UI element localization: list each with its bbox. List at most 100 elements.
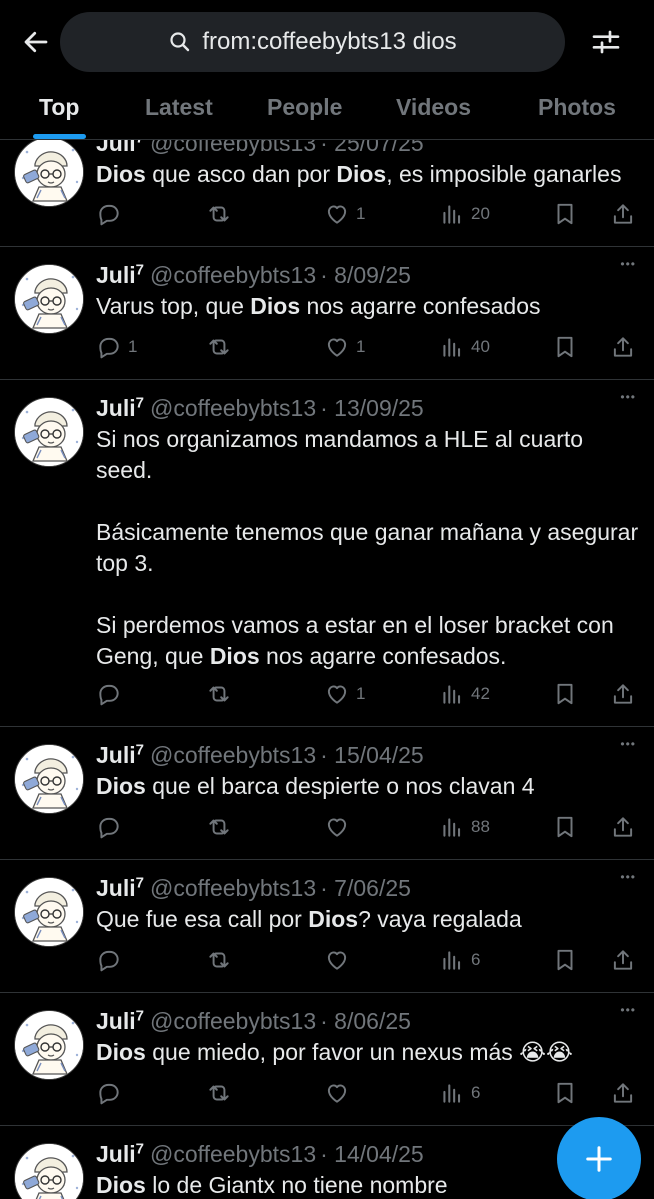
author-name[interactable]: Juli7	[96, 741, 144, 768]
author-name-text: Juli	[96, 261, 136, 288]
highlighted-term: Dios	[96, 1172, 146, 1198]
like-button[interactable]	[324, 945, 350, 975]
tab-latest[interactable]: Latest	[145, 94, 213, 121]
text-segment: ? vaya regalada	[358, 906, 522, 932]
reply-button[interactable]	[96, 812, 122, 842]
compose-button[interactable]	[557, 1117, 641, 1199]
reply-button[interactable]	[96, 679, 122, 709]
views-count: 88	[471, 817, 490, 836]
retweet-button[interactable]	[206, 332, 232, 362]
reply-button[interactable]	[96, 1078, 122, 1108]
avatar[interactable]	[14, 264, 84, 334]
avatar[interactable]	[14, 744, 84, 814]
avatar[interactable]	[14, 137, 84, 207]
tweet-item[interactable]: Juli7@coffeebybts13· 14/04/25•••Dios lo …	[0, 1126, 654, 1199]
share-button[interactable]	[610, 812, 636, 842]
reply-icon	[99, 817, 119, 839]
reply-button[interactable]	[96, 945, 122, 975]
share-icon	[613, 1083, 633, 1103]
views-button[interactable]: 20	[439, 199, 490, 229]
retweet-button[interactable]	[206, 199, 232, 229]
tab-photos[interactable]: Photos	[538, 94, 616, 121]
share-button[interactable]	[610, 679, 636, 709]
share-button[interactable]	[610, 1078, 636, 1108]
search-input[interactable]: from:coffeebybts13 dios	[60, 12, 565, 72]
views-icon	[443, 951, 461, 970]
author-name[interactable]: Juli7	[96, 874, 144, 901]
like-button[interactable]	[324, 812, 350, 842]
retweet-button[interactable]	[206, 945, 232, 975]
more-options-icon[interactable]: •••	[620, 870, 636, 884]
views-button[interactable]: 88	[439, 812, 490, 842]
heart-icon	[327, 1084, 347, 1103]
heart-icon	[327, 338, 347, 357]
tweet-actions: 88	[96, 812, 641, 842]
views-button[interactable]: 40	[439, 332, 490, 362]
highlighted-term: Dios	[308, 906, 359, 932]
author-name[interactable]: Juli7	[96, 1007, 144, 1034]
reply-button[interactable]: 1	[96, 332, 137, 362]
bookmark-button[interactable]	[552, 1078, 578, 1108]
tab-top[interactable]: Top	[39, 94, 79, 121]
tweet-item[interactable]: Juli7 @coffeebybts13 · 13/09/25 ••• Si nos o…	[0, 380, 654, 727]
bookmark-button[interactable]	[552, 199, 578, 229]
more-options-icon[interactable]: •••	[620, 1003, 636, 1017]
author-name[interactable]: Juli7	[96, 1140, 144, 1167]
bookmark-button[interactable]	[552, 679, 578, 709]
like-button[interactable]: 1	[324, 679, 365, 709]
tab-videos[interactable]: Videos	[396, 94, 471, 121]
text-segment: Básicamente tenemos que ganar mañana y a…	[96, 519, 639, 576]
avatar[interactable]	[14, 1143, 84, 1199]
more-options-icon[interactable]: •••	[620, 257, 636, 271]
like-button[interactable]	[324, 1078, 350, 1108]
views-button[interactable]: 6	[439, 1078, 480, 1108]
retweet-button[interactable]	[206, 812, 232, 842]
author-name-superscript: 7	[135, 394, 144, 411]
bookmark-button[interactable]	[552, 945, 578, 975]
author-name[interactable]: Juli7	[96, 261, 144, 288]
tweet-item[interactable]: Juli7 @coffeebybts13 · 15/04/25 ••• Dios que…	[0, 727, 654, 860]
share-button[interactable]	[610, 945, 636, 975]
bookmark-button[interactable]	[552, 332, 578, 362]
author-name[interactable]: Juli7	[96, 394, 144, 421]
like-button[interactable]: 1	[324, 199, 365, 229]
tweet-item[interactable]: Juli7 @coffeebybts13 · 7/06/25 ••• Que fue e…	[0, 860, 654, 993]
bookmark-button[interactable]	[552, 812, 578, 842]
tweet-date: · 7/06/25	[320, 874, 411, 901]
share-button[interactable]	[610, 332, 636, 362]
tweet-text: Dios que el barca despierte o nos clavan…	[96, 771, 641, 802]
author-handle[interactable]: @coffeebybts13	[150, 262, 316, 288]
author-name-superscript: 7	[135, 1140, 144, 1157]
tab-people[interactable]: People	[267, 94, 342, 121]
views-button[interactable]: 42	[439, 679, 490, 709]
retweet-button[interactable]	[206, 679, 232, 709]
text-segment: que asco dan por	[145, 161, 337, 187]
avatar[interactable]	[14, 877, 84, 947]
more-options-icon[interactable]: •••	[620, 390, 636, 404]
author-handle[interactable]: @coffeebybts13	[150, 742, 316, 768]
tweet-header: Juli7 @coffeebybts13 · 8/06/25	[96, 1007, 411, 1035]
author-handle[interactable]: @coffeebybts13	[150, 875, 316, 901]
like-button[interactable]: 1	[324, 332, 365, 362]
retweet-icon	[209, 1085, 229, 1101]
share-icon	[613, 684, 633, 704]
tweet-item[interactable]: Juli7 @coffeebybts13 · 8/09/25 ••• Varus top…	[0, 247, 654, 380]
likes-count: 1	[356, 684, 366, 703]
search-filter-button[interactable]	[588, 24, 624, 60]
more-options-icon[interactable]: •••	[620, 737, 636, 751]
avatar[interactable]	[14, 397, 84, 467]
retweet-button[interactable]	[206, 1078, 232, 1108]
bookmark-icon	[557, 949, 573, 971]
reply-button[interactable]	[96, 199, 122, 229]
highlighted-term: Dios	[96, 773, 146, 799]
views-button[interactable]: 6	[439, 945, 480, 975]
avatar-illustration	[15, 1011, 83, 1079]
author-handle[interactable]: @coffeebybts13	[150, 1141, 316, 1167]
tweet-item[interactable]: Juli7 @coffeebybts13 · 8/06/25 ••• Dios que …	[0, 993, 654, 1126]
bookmark-icon	[557, 683, 573, 705]
author-handle[interactable]: @coffeebybts13	[150, 395, 316, 421]
share-button[interactable]	[610, 199, 636, 229]
avatar[interactable]	[14, 1010, 84, 1080]
back-button[interactable]	[18, 24, 54, 60]
author-handle[interactable]: @coffeebybts13	[150, 1008, 316, 1034]
